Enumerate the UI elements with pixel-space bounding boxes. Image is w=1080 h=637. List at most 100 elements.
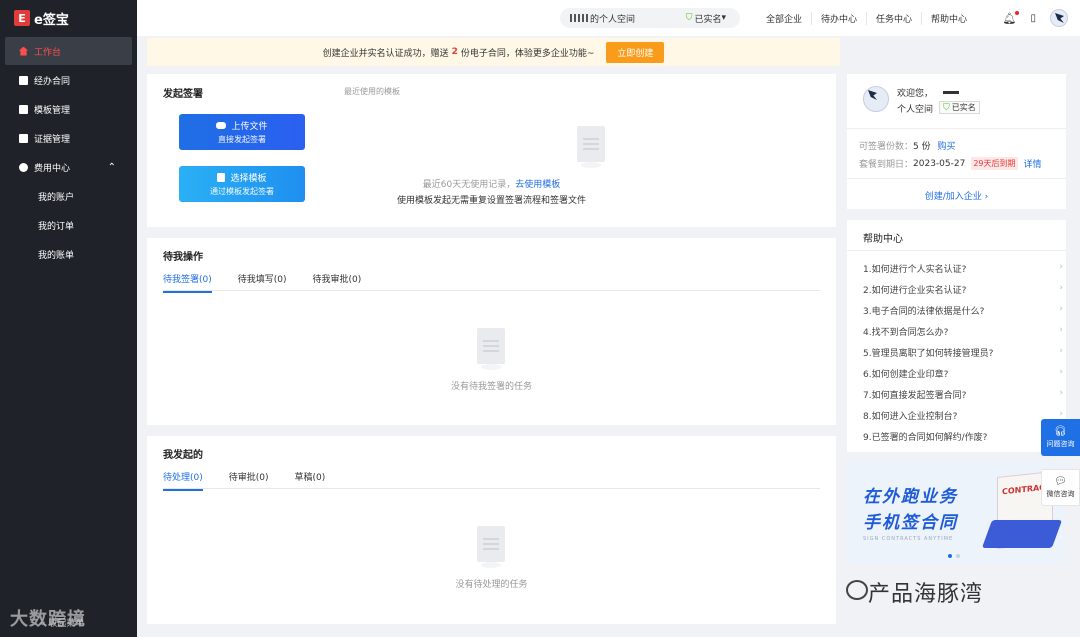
tablet-icon[interactable]: ▯ (1030, 13, 1036, 24)
ad-line1: 在外跑业务 (863, 487, 958, 507)
wechat-consult-button[interactable]: 💬︎ 微信咨询 (1041, 469, 1080, 506)
logo-text: e签宝 (34, 12, 69, 28)
chevron-right-icon: › (1059, 346, 1063, 356)
help-item[interactable]: 5.管理员离职了如何转接管理员? › (863, 346, 1063, 359)
quota-row: 可签署份数：5 份 购买 (859, 142, 956, 152)
upload-sublabel: 直接发起签署 (218, 135, 266, 144)
expire-date: 2023-05-27 (913, 158, 966, 169)
shield-icon: ⛉ (943, 103, 950, 113)
sidebar-item-workbench[interactable]: 工作台 (5, 37, 132, 65)
link-all-enterprises[interactable]: 全部企业 (757, 11, 813, 25)
sidebar-subitem-bills[interactable]: 我的账单 (0, 240, 137, 269)
logo[interactable]: E e签宝 (0, 0, 137, 36)
use-template-link[interactable]: 去使用模板 (515, 180, 560, 190)
sidebar-nav: 工作台 经办合同 模板管理 证据管理 费用中心 ⌃ 我的账户 我的订单 我的账单 (0, 37, 137, 269)
chevron-right-icon: › (1059, 262, 1063, 272)
watermark-right: 产品海豚湾 (868, 582, 984, 607)
recent-empty-hint: 使用模板发起无需重复设置签署流程和签署文件 (396, 196, 586, 206)
cloud-upload-icon (216, 122, 227, 129)
avatar-dots-icon (570, 14, 588, 22)
phone-illustration (981, 520, 1063, 548)
sidebar-subitem-account[interactable]: 我的账户 (0, 182, 137, 211)
profile-verified-badge: ⛉ 已实名 (939, 101, 980, 114)
link-todo-center[interactable]: 待办中心 (812, 11, 868, 25)
expire-row: 套餐到期日： 2023-05-27 29天后到期 详情 (859, 157, 1042, 170)
upload-label: 上传文件 (231, 122, 268, 132)
sidebar-item-label: 工作台 (34, 47, 62, 58)
template-icon (19, 104, 28, 114)
pending-empty-text: 没有待我签署的任务 (450, 382, 532, 392)
wechat-icon: 💬︎ (1054, 476, 1067, 487)
logo-mark: E (14, 10, 30, 26)
space-label: 的个人空间 (590, 14, 636, 25)
chevron-right-icon: › (1059, 283, 1063, 293)
pending-title: 待我操作 (163, 252, 203, 263)
buy-link[interactable]: 购买 (937, 142, 955, 152)
help-item[interactable]: 1.如何进行个人实名认证? › (863, 262, 1063, 275)
chevron-up-icon: ⌃ (107, 161, 116, 173)
recent-empty-text: 最近60天无使用记录，去使用模板 (422, 180, 561, 190)
promo-banner: 创建企业并实名认证成功，赠送 2 份电子合同，体验更多企业功能~ 立即创建 (147, 38, 840, 66)
collapse-menu-button[interactable]: « 收起菜单 (40, 616, 84, 629)
link-help-center[interactable]: 帮助中心 (922, 12, 976, 25)
recent-templates-label: 最近使用的模板 (344, 87, 400, 96)
sidebar-item-templates[interactable]: 模板管理 (5, 95, 132, 123)
create-now-button[interactable]: 立即创建 (606, 41, 665, 63)
initiated-card: 我发起的 待处理(0) 待审批(0) 草稿(0) 没有待处理的任务 (147, 436, 836, 624)
help-item[interactable]: 8.如何进入企业控制台? › (863, 409, 1063, 422)
chevron-right-icon: › (1059, 304, 1063, 314)
help-divider (847, 250, 1066, 251)
initiated-title: 我发起的 (163, 450, 203, 461)
chevron-right-icon: › (1059, 388, 1063, 398)
verified-dropdown[interactable]: ⛉ 已实名 ▾ (686, 12, 726, 25)
verified-label: 已实名 (694, 14, 722, 25)
sidebar-item-billing[interactable]: 费用中心 ⌃ (5, 153, 132, 181)
quota-value: 5 份 (913, 142, 931, 152)
create-enterprise-link[interactable]: 创建/加入企业 › (847, 189, 1066, 202)
bell-icon[interactable]: 🔔︎ (1003, 10, 1020, 25)
expire-badge: 29天后到期 (971, 157, 1018, 170)
sidebar-item-label: 经办合同 (34, 76, 71, 87)
ad-subtitle: SIGN CONTRACTS ANYTIME (863, 536, 954, 542)
ad-banner[interactable]: 在外跑业务 手机签合同 SIGN CONTRACTS ANYTIME CONTR… (847, 460, 1066, 564)
help-item[interactable]: 3.电子合同的法律依据是什么? › (863, 304, 1063, 317)
ad-line2: 手机签合同 (863, 513, 958, 533)
initiated-empty-text: 没有待处理的任务 (455, 580, 528, 590)
question-consult-button[interactable]: 🎧︎ 问题咨询 (1041, 419, 1080, 456)
profile-avatar[interactable] (863, 86, 889, 112)
carousel-dots[interactable] (948, 554, 960, 558)
help-card: 帮助中心 1.如何进行个人实名认证? › 2.如何进行企业实名认证? › 3.电子合… (847, 220, 1066, 452)
document-icon (19, 75, 28, 85)
billing-icon (19, 162, 28, 172)
space-switcher[interactable]: 的个人空间 ⛉ 已实名 ▾ (560, 8, 740, 28)
personal-space-label: 个人空间 (897, 105, 934, 115)
help-item[interactable]: 6.如何创建企业印章? › (863, 367, 1063, 380)
avatar[interactable] (1050, 9, 1068, 27)
upload-file-button[interactable]: 上传文件 直接发起签署 (179, 114, 305, 150)
help-item[interactable]: 4.找不到合同怎么办? › (863, 325, 1063, 338)
caret-down-icon: ▾ (721, 13, 726, 23)
headset-icon: 🎧︎ (1054, 426, 1067, 437)
top-links: 全部企业 待办中心 任务中心 帮助中心 (757, 0, 976, 36)
chevron-right-icon: › (1059, 325, 1063, 335)
watermark-logo-icon (846, 580, 868, 600)
sidebar: E e签宝 工作台 经办合同 模板管理 证据管理 费用中心 ⌃ 我的账户 我的订… (0, 0, 137, 637)
initiate-title: 发起签署 (163, 89, 203, 100)
evidence-icon (19, 133, 28, 143)
empty-document-icon (577, 126, 605, 168)
top-icons: 🔔︎ ▯ (1003, 9, 1068, 27)
sidebar-item-label: 证据管理 (34, 134, 71, 145)
tab-divider (163, 488, 820, 489)
sidebar-subitem-orders[interactable]: 我的订单 (0, 211, 137, 240)
pending-card: 待我操作 待我签署(0) 待我填写(0) 待我审批(0) 没有待我签署的任务 (147, 238, 836, 425)
help-item[interactable]: 2.如何进行企业实名认证? › (863, 283, 1063, 296)
help-item[interactable]: 7.如何直接发起签署合同? › (863, 388, 1063, 401)
sidebar-item-evidence[interactable]: 证据管理 (5, 124, 132, 152)
empty-document-icon (477, 328, 505, 370)
banner-number: 2 (451, 47, 458, 57)
help-item[interactable]: 9.已签署的合同如何解约/作废?› (863, 430, 1063, 443)
detail-link[interactable]: 详情 (1024, 157, 1042, 170)
link-task-center[interactable]: 任务中心 (867, 11, 923, 25)
topbar: 的个人空间 ⛉ 已实名 ▾ 全部企业 待办中心 任务中心 帮助中心 🔔︎ ▯ (137, 0, 1080, 36)
sidebar-item-contracts[interactable]: 经办合同 (5, 66, 132, 94)
